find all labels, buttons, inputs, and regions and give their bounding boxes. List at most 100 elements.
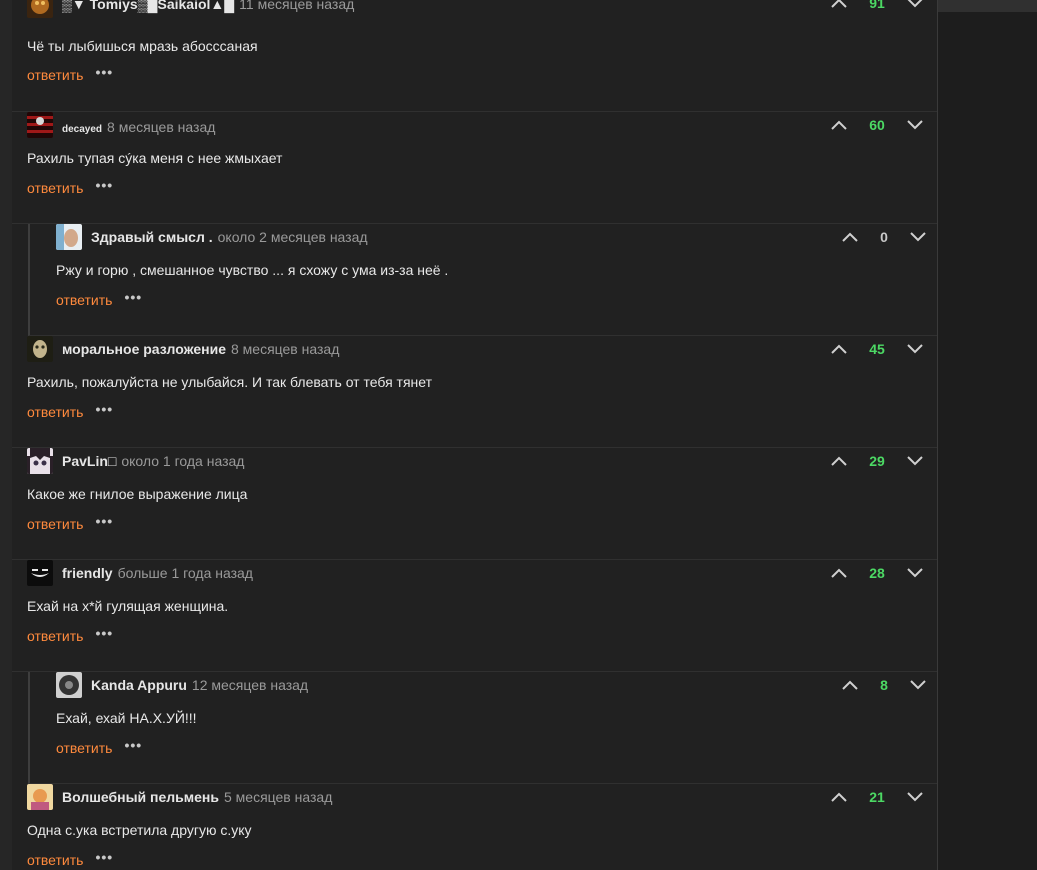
comment: decayed 8 месяцев назад Рахиль тупая сýка…: [12, 112, 937, 224]
avatar[interactable]: [27, 0, 53, 18]
vote-score: 91: [869, 0, 885, 11]
comment-text: Ехай, ехай НА.Х.УЙ!!!: [56, 710, 197, 726]
comment-time: 11 месяцев назад: [239, 0, 355, 12]
more-options-button[interactable]: •••: [95, 850, 113, 864]
comment-reply: Здравый смысл . около 2 месяцев назад Ржу…: [28, 224, 937, 336]
comment-text: Какое же гнилое выражение лица: [27, 486, 248, 502]
comment-author[interactable]: PavLin□ около 1 года назад: [62, 453, 244, 469]
vote-widget: 29: [828, 450, 926, 472]
comment-time: около 2 месяцев назад: [217, 229, 368, 245]
downvote-icon[interactable]: [904, 338, 926, 360]
comment-text: Чё ты лыбишься мразь абосссаная: [27, 38, 258, 54]
comment: friendly больше 1 года назад Ехай на х*й …: [12, 560, 937, 672]
vote-widget: 28: [828, 562, 926, 584]
comment-time: около 1 года назад: [121, 453, 245, 469]
more-options-button[interactable]: •••: [95, 626, 113, 640]
vote-score: 28: [869, 565, 885, 581]
upvote-icon[interactable]: [839, 674, 861, 696]
comment-actions: ответить •••: [27, 402, 113, 421]
reply-link[interactable]: ответить: [27, 404, 83, 420]
upvote-icon[interactable]: [828, 786, 850, 808]
avatar[interactable]: [27, 336, 53, 362]
vote-score: 8: [880, 677, 888, 693]
vote-widget: 0: [839, 226, 929, 248]
avatar[interactable]: [56, 672, 82, 698]
vote-widget: 45: [828, 338, 926, 360]
comment-text: Ехай на х*й гулящая женщина.: [27, 598, 229, 614]
comment-time: 5 месяцев назад: [223, 789, 333, 805]
comment-author[interactable]: Здравый смысл . около 2 месяцев назад: [91, 229, 368, 245]
avatar[interactable]: [56, 224, 82, 250]
comment-actions: ответить •••: [27, 65, 113, 84]
comments-list: ▒▼ Tomiys▒█Saikaiol▲█ 11 месяцев назад Чё…: [12, 0, 938, 870]
vote-score: 45: [869, 341, 885, 357]
comment-actions: ответить •••: [56, 738, 142, 757]
comment-author[interactable]: Волшебный пельмень 5 месяцев назад: [62, 789, 332, 805]
comment-author[interactable]: ▒▼ Tomiys▒█Saikaiol▲█ 11 месяцев назад: [62, 0, 354, 12]
comment-actions: ответить •••: [27, 178, 113, 197]
upvote-icon[interactable]: [828, 0, 850, 14]
comment: ▒▼ Tomiys▒█Saikaiol▲█ 11 месяцев назад Чё…: [12, 0, 937, 112]
comment-text: Рахиль тупая сýка меня с нее жмыхает: [27, 150, 283, 166]
avatar[interactable]: [27, 784, 53, 810]
comment-author[interactable]: Kanda Appuru 12 месяцев назад: [91, 677, 308, 693]
reply-link[interactable]: ответить: [27, 67, 83, 83]
vote-widget: 91: [828, 0, 926, 14]
vote-score: 29: [869, 453, 885, 469]
vote-widget: 8: [839, 674, 929, 696]
more-options-button[interactable]: •••: [95, 65, 113, 79]
comment-text: Рахиль, пожалуйста не улыбайся. И так бл…: [27, 374, 433, 390]
comment: Волшебный пельмень 5 месяцев назад Одна с…: [12, 784, 937, 870]
comment-time: 8 месяцев назад: [230, 341, 340, 357]
vote-score: 60: [869, 117, 885, 133]
comment-text: Одна с.ука встретила другую с.уку: [27, 822, 252, 838]
comment-time: 8 месяцев назад: [107, 119, 216, 135]
comment-actions: ответить •••: [56, 290, 142, 309]
downvote-icon[interactable]: [907, 674, 929, 696]
downvote-icon[interactable]: [904, 786, 926, 808]
downvote-icon[interactable]: [907, 226, 929, 248]
right-gutter: [937, 12, 1037, 870]
comment-time: больше 1 года назад: [117, 565, 253, 581]
more-options-button[interactable]: •••: [95, 514, 113, 528]
downvote-icon[interactable]: [904, 114, 926, 136]
page: ▒▼ Tomiys▒█Saikaiol▲█ 11 месяцев назад Чё…: [0, 0, 1037, 870]
comment-actions: ответить •••: [27, 850, 113, 869]
comment-actions: ответить •••: [27, 626, 113, 645]
upvote-icon[interactable]: [828, 338, 850, 360]
vote-widget: 60: [828, 114, 926, 136]
vote-widget: 21: [828, 786, 926, 808]
reply-link[interactable]: ответить: [27, 180, 83, 196]
comment-text: Ржу и горю , смешанное чувство ... я схо…: [56, 262, 449, 278]
downvote-icon[interactable]: [904, 450, 926, 472]
more-options-button[interactable]: •••: [124, 738, 142, 752]
comment: моральное разложение 8 месяцев назад Рахи…: [12, 336, 937, 448]
reply-link[interactable]: ответить: [27, 852, 83, 868]
comment-reply: Kanda Appuru 12 месяцев назад Ехай, ехай …: [28, 672, 937, 784]
reply-link[interactable]: ответить: [27, 516, 83, 532]
comment-author[interactable]: моральное разложение 8 месяцев назад: [62, 341, 339, 357]
reply-link[interactable]: ответить: [56, 292, 112, 308]
comment-actions: ответить •••: [27, 514, 113, 533]
more-options-button[interactable]: •••: [95, 178, 113, 192]
more-options-button[interactable]: •••: [95, 402, 113, 416]
comment-time: 12 месяцев назад: [191, 677, 309, 693]
upvote-icon[interactable]: [828, 562, 850, 584]
left-gutter: [0, 0, 12, 870]
upvote-icon[interactable]: [828, 114, 850, 136]
vote-score: 0: [880, 229, 888, 245]
comment-author[interactable]: friendly больше 1 года назад: [62, 565, 253, 581]
downvote-icon[interactable]: [904, 562, 926, 584]
reply-link[interactable]: ответить: [27, 628, 83, 644]
more-options-button[interactable]: •••: [124, 290, 142, 304]
vote-score: 21: [869, 789, 885, 805]
comment: PavLin□ около 1 года назад Какое же гнило…: [12, 448, 937, 560]
reply-link[interactable]: ответить: [56, 740, 112, 756]
avatar[interactable]: [27, 560, 53, 586]
avatar[interactable]: [27, 112, 53, 138]
comment-author[interactable]: decayed 8 месяцев назад: [62, 119, 215, 135]
upvote-icon[interactable]: [828, 450, 850, 472]
downvote-icon[interactable]: [904, 0, 926, 14]
upvote-icon[interactable]: [839, 226, 861, 248]
avatar[interactable]: [27, 448, 53, 474]
